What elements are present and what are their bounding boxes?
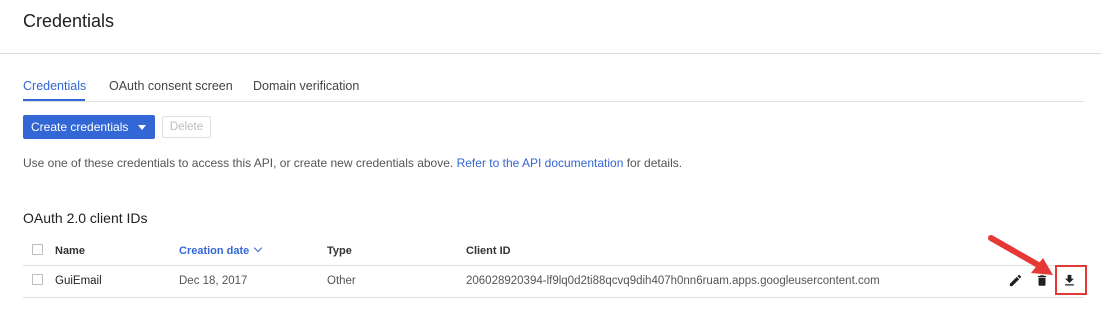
tab-credentials[interactable]: Credentials [23, 79, 86, 93]
sort-chevron-down-icon [254, 243, 263, 253]
api-documentation-link[interactable]: Refer to the API documentation [457, 156, 624, 170]
client-name[interactable]: GuiEmail [55, 275, 102, 287]
client-type: Other [327, 275, 356, 287]
column-header-client-id[interactable]: Client ID [466, 245, 511, 257]
page-header: Credentials [0, 0, 1101, 54]
select-all-checkbox[interactable] [32, 244, 43, 255]
section-title: OAuth 2.0 client IDs [23, 210, 148, 226]
active-tab-indicator [23, 99, 85, 101]
creation-date-label: Creation date [179, 245, 250, 257]
info-text-suffix: for details. [626, 156, 683, 170]
caret-down-icon [138, 125, 146, 130]
tab-bar: Credentials OAuth consent screen Domain … [23, 70, 1084, 102]
create-credentials-button[interactable]: Create credentials [23, 115, 155, 139]
client-id: 206028920394-lf9lq0d2ti88qcvq9dih407h0nn… [466, 275, 880, 287]
column-header-creation-date[interactable]: Creation date [179, 243, 263, 257]
info-text-main: Use one of these credentials to access t… [23, 156, 454, 170]
create-credentials-label: Create credentials [31, 120, 129, 134]
info-text: Use one of these credentials to access t… [23, 156, 682, 170]
table-header-row: Name Creation date Type Client ID [23, 236, 1084, 266]
table-row[interactable]: GuiEmail Dec 18, 2017 Other 206028920394… [23, 266, 1084, 298]
tab-oauth-consent-screen[interactable]: OAuth consent screen [109, 79, 233, 93]
tab-domain-verification[interactable]: Domain verification [253, 79, 359, 93]
arrow-annotation [988, 235, 1053, 275]
column-header-name[interactable]: Name [55, 245, 85, 257]
page-title: Credentials [23, 11, 115, 31]
column-header-type[interactable]: Type [327, 245, 352, 257]
row-checkbox[interactable] [32, 274, 43, 285]
creation-date: Dec 18, 2017 [179, 275, 248, 287]
delete-button[interactable]: Delete [162, 116, 211, 138]
